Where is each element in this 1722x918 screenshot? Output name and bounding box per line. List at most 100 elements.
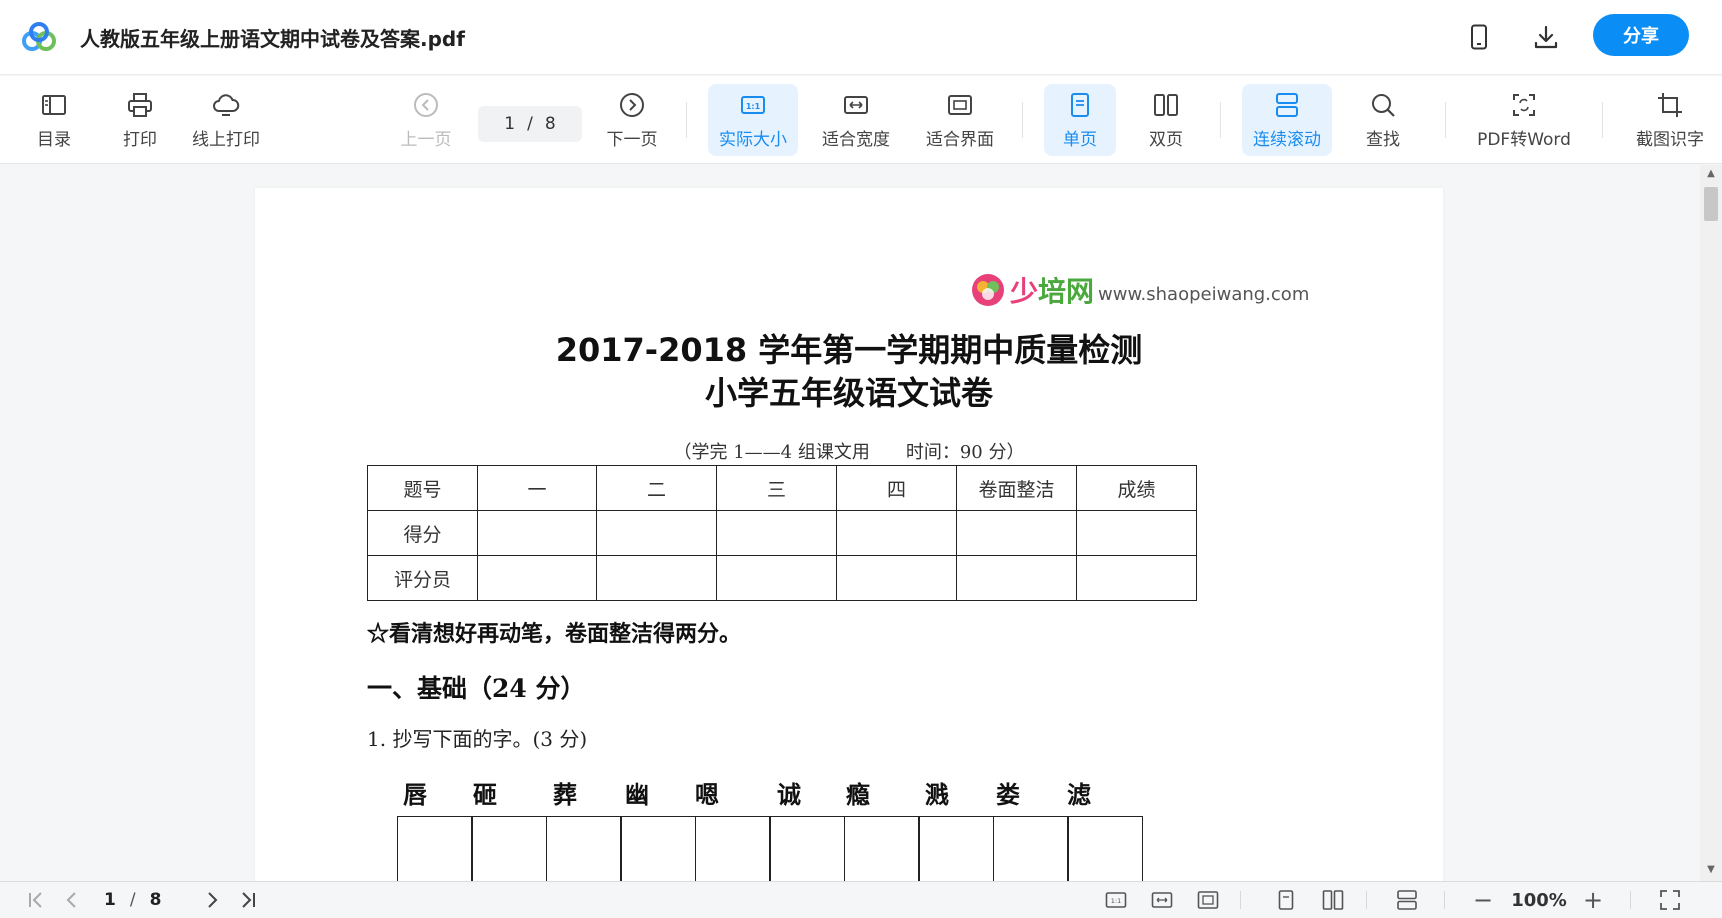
brand-logo: 少培网 www.shaopeiwang.com: [970, 270, 1309, 310]
question-1: 1. 抄写下面的字。(3 分): [367, 727, 588, 751]
next-page-button[interactable]: 下一页: [602, 84, 662, 156]
status-divider: [1630, 891, 1631, 909]
last-page-icon: [242, 892, 255, 908]
double-page-button[interactable]: 双页: [1130, 84, 1202, 156]
exam-title-line2: 小学五年级语文试卷: [704, 374, 993, 412]
download-icon: [1534, 25, 1558, 49]
table-row: 题号 一 二 三 四 卷面整洁 成绩: [367, 465, 1197, 511]
table-cell: 题号: [367, 465, 478, 511]
flower-logo-icon: [972, 274, 1004, 306]
prev-page-label: 上一页: [400, 129, 452, 150]
fit-window-icon: [948, 94, 972, 115]
fullscreen-icon: [1660, 890, 1680, 910]
online-print-button[interactable]: 线上打印: [186, 84, 266, 156]
toolbar-divider: [686, 102, 687, 138]
ocr-screenshot-button[interactable]: 截图识字: [1626, 84, 1714, 156]
current-page: 1: [504, 114, 516, 134]
table-row: 得分: [367, 510, 1197, 556]
last-page-button[interactable]: [236, 882, 260, 918]
actual-size-label: 实际大小: [719, 129, 787, 150]
vertical-scrollbar[interactable]: ▲ ▼: [1700, 165, 1722, 881]
zoom-in-button[interactable]: +: [1580, 882, 1606, 918]
page-number-input[interactable]: 1 / 8: [478, 106, 582, 142]
fullscreen-button[interactable]: [1656, 882, 1684, 918]
next-page-label: 下一页: [606, 129, 658, 150]
fit-window-button[interactable]: [1194, 882, 1222, 918]
writing-box: [1067, 816, 1143, 881]
status-page-indicator[interactable]: 1 / 8: [104, 882, 161, 918]
writing-box: [918, 816, 994, 881]
exam-title-line1: 2017-2018 学年第一学期期中质量检测: [555, 331, 1143, 369]
toolbar-divider: [1022, 102, 1023, 138]
writing-box: [545, 816, 622, 881]
continuous-scroll-label: 连续滚动: [1253, 129, 1321, 150]
exam-subtitle: （学完 1——4 组课文用 时间：90 分）: [673, 442, 1025, 463]
first-page-icon: [29, 892, 42, 908]
continuous-scroll-button[interactable]: 连续滚动: [1242, 84, 1332, 156]
scroll-thumb[interactable]: [1704, 187, 1718, 221]
printer-icon: [128, 92, 152, 117]
scroll-up-arrow-icon[interactable]: ▲: [1704, 167, 1718, 181]
writing-grid: [396, 816, 1143, 881]
chevron-right-circle-icon: [620, 92, 644, 117]
page-separator: /: [527, 114, 533, 134]
table-cell: 卷面整洁: [956, 465, 1077, 511]
actual-size-icon: 1:1: [741, 95, 765, 114]
prev-page-button[interactable]: [60, 882, 84, 918]
table-cell: 得分: [367, 510, 478, 556]
toolbar-divider: [1445, 102, 1446, 138]
print-button[interactable]: 打印: [114, 84, 166, 156]
find-button[interactable]: 查找: [1356, 84, 1410, 156]
fit-window-button[interactable]: 适合界面: [922, 84, 998, 156]
fit-width-button[interactable]: [1148, 882, 1176, 918]
status-bar: 1 / 8 1:1 − 100% +: [0, 881, 1722, 917]
toolbar-divider: [1220, 102, 1221, 138]
brand-url: www.shaopeiwang.com: [1098, 283, 1310, 305]
exam-note: ☆看清想好再动笔，卷面整洁得两分。: [367, 621, 742, 647]
table-cell: 成绩: [1076, 465, 1197, 511]
cloud-print-icon: [213, 93, 240, 116]
toolbar-divider: [1602, 102, 1603, 138]
find-label: 查找: [1366, 129, 1400, 150]
pdf-to-word-button[interactable]: PDF转Word: [1474, 84, 1574, 156]
online-print-label: 线上打印: [192, 129, 260, 150]
single-page-button[interactable]: 单页: [1044, 84, 1116, 156]
share-button[interactable]: 分享: [1593, 14, 1689, 56]
print-label: 打印: [123, 129, 157, 150]
actual-size-icon: 1:1: [1105, 892, 1127, 908]
status-divider: [1444, 891, 1445, 909]
writing-box: [396, 816, 473, 881]
single-page-icon: [1278, 890, 1294, 910]
svg-text:1:1: 1:1: [746, 102, 761, 111]
writing-box: [694, 816, 771, 881]
first-page-button[interactable]: [24, 882, 48, 918]
character: 滤: [1067, 780, 1091, 809]
crop-icon: [1658, 92, 1682, 117]
next-page-button[interactable]: [200, 882, 224, 918]
double-page-button[interactable]: [1318, 882, 1348, 918]
character: 幽: [625, 780, 649, 809]
status-divider: [1366, 891, 1367, 909]
table-cell: 四: [836, 465, 957, 511]
chevron-left-circle-icon: [414, 92, 438, 117]
double-page-icon: [1322, 890, 1344, 910]
actual-size-button[interactable]: 1:1: [1102, 882, 1130, 918]
chevron-right-icon: [208, 892, 218, 908]
document-viewport[interactable]: 少培网 www.shaopeiwang.com 2017-2018 学年第一学期…: [0, 165, 1700, 881]
character: 娄: [996, 780, 1020, 809]
mobile-view-button[interactable]: [1462, 20, 1496, 54]
prev-page-button[interactable]: 上一页: [396, 84, 456, 156]
baidu-netdisk-logo-icon: [22, 22, 56, 51]
toc-button[interactable]: 目录: [28, 84, 80, 156]
zoom-out-button[interactable]: −: [1470, 882, 1496, 918]
fit-width-button[interactable]: 适合宽度: [818, 84, 894, 156]
total-pages: 8: [544, 114, 556, 134]
scroll-down-arrow-icon[interactable]: ▼: [1704, 863, 1718, 877]
actual-size-button[interactable]: 1:1 实际大小: [708, 84, 798, 156]
single-page-button[interactable]: [1272, 882, 1300, 918]
toc-label: 目录: [37, 129, 71, 150]
continuous-scroll-button[interactable]: [1392, 882, 1422, 918]
fit-width-label: 适合宽度: [822, 129, 890, 150]
character: 瘾: [846, 780, 870, 809]
download-button[interactable]: [1529, 20, 1563, 54]
